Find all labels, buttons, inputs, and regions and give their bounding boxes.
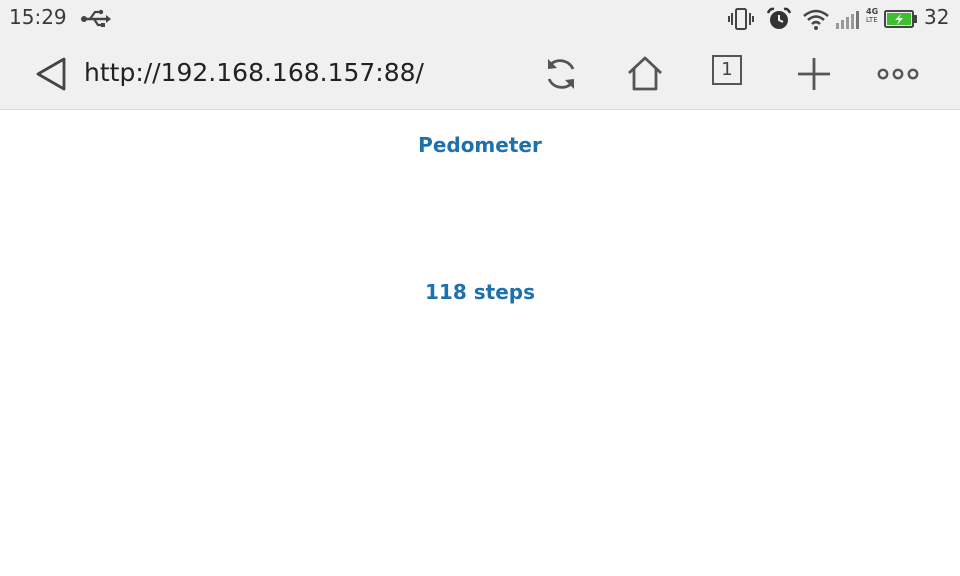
step-count: 118 steps	[425, 280, 535, 304]
alarm-icon	[766, 7, 792, 29]
battery-level: 32	[924, 5, 950, 29]
page-content: Pedometer 118 steps	[0, 110, 960, 576]
tabs-icon[interactable]: 1	[712, 55, 742, 85]
usb-icon	[81, 9, 111, 27]
address-bar[interactable]: http://192.168.168.157:88/	[84, 58, 424, 87]
signal-icon	[836, 11, 859, 29]
network-type-label: 4G LTE	[866, 7, 880, 25]
back-icon[interactable]	[34, 56, 68, 92]
more-icon[interactable]	[877, 55, 921, 93]
wifi-icon	[803, 9, 829, 30]
network-label-4g: 4G	[866, 7, 879, 16]
new-tab-icon[interactable]	[795, 55, 833, 93]
home-icon[interactable]	[626, 55, 664, 93]
browser-toolbar: http://192.168.168.157:88/ 1	[0, 38, 960, 110]
refresh-icon[interactable]	[542, 55, 580, 93]
vibrate-icon	[728, 8, 754, 30]
battery-icon	[884, 10, 917, 28]
status-time: 15:29	[9, 5, 67, 29]
network-label-lte: LTE	[866, 16, 878, 24]
page-title: Pedometer	[418, 133, 542, 157]
status-bar: 15:29 4G LTE 32	[0, 0, 960, 38]
